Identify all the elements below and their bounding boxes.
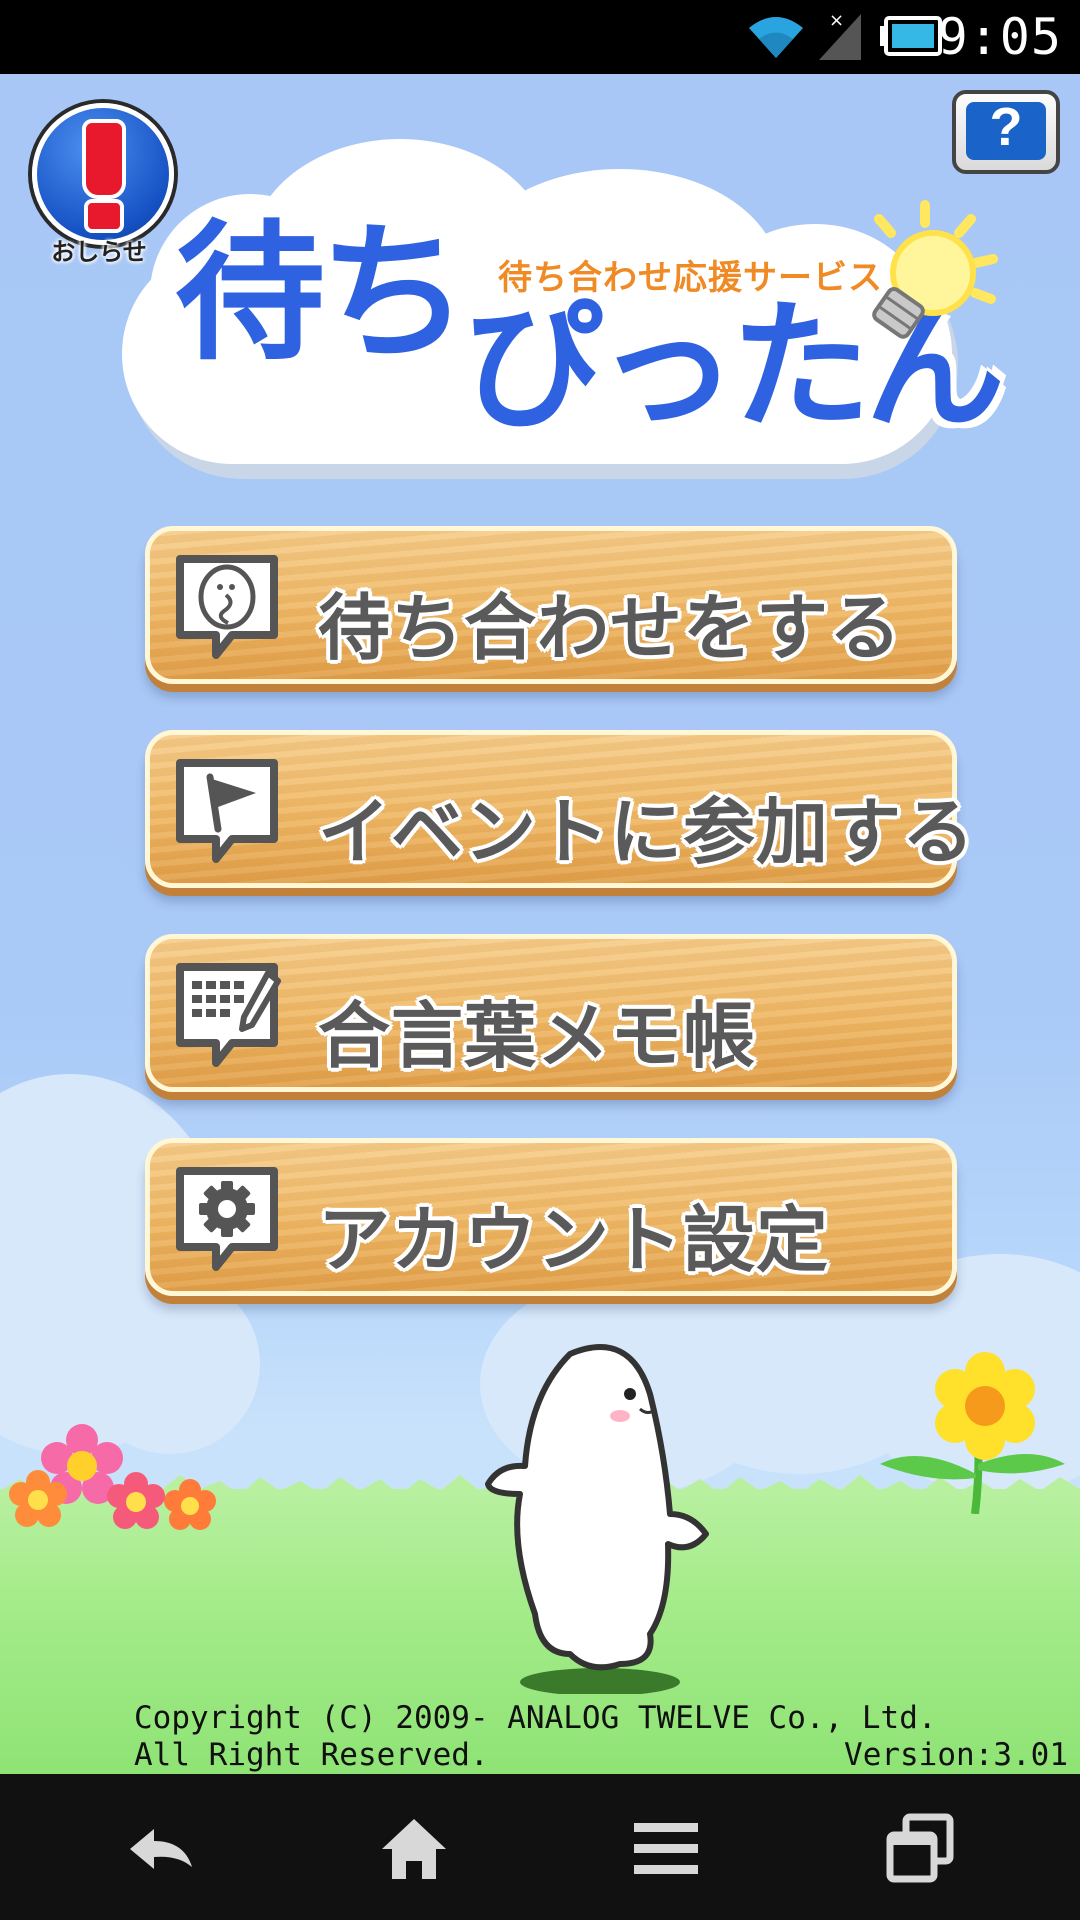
exclamation-dot — [84, 199, 124, 233]
news-button[interactable]: おしらせ — [24, 99, 174, 266]
wifi-icon — [749, 17, 803, 58]
question-mark-icon: ? — [989, 97, 1023, 157]
copyright-text: Copyright (C) 2009- ANALOG TWELVE Co., L… — [134, 1700, 937, 1774]
menu-label: 待ち合わせをする — [318, 586, 903, 670]
join-event-button[interactable]: イベントに参加する — [145, 730, 974, 888]
copyright-line2: All Right Reserved. — [134, 1737, 489, 1773]
lightbulb-icon — [872, 200, 998, 339]
battery-icon — [880, 16, 942, 56]
mascot-character — [485, 1344, 709, 1694]
flag-icon — [176, 759, 278, 863]
status-time: 9:05 — [937, 8, 1062, 66]
no-signal-icon: × — [819, 10, 861, 60]
app-logo-subtitle: 待ち合わせ応援サービス — [498, 258, 883, 298]
version-text: Version:3.01 — [844, 1737, 1068, 1773]
copyright-line1: Copyright (C) 2009- ANALOG TWELVE Co., L… — [134, 1700, 937, 1736]
flower-right — [880, 1352, 1065, 1514]
passphrase-memo-button[interactable]: 合言葉メモ帳 — [145, 934, 957, 1092]
recent-apps-icon[interactable] — [880, 1809, 960, 1889]
logo-title-part1: 待ち — [175, 207, 469, 381]
menu-label: 合言葉メモ帳 — [318, 994, 757, 1078]
menu-icon[interactable] — [626, 1809, 706, 1889]
news-label: おしらせ — [51, 238, 147, 266]
start-meetup-button[interactable]: 待ち合わせをする — [145, 526, 957, 684]
svg-text:×: × — [829, 10, 844, 31]
menu-label: アカウント設定 — [318, 1198, 830, 1282]
flowers-left — [9, 1424, 216, 1530]
keyboard-pencil-icon — [176, 963, 281, 1067]
home-icon[interactable] — [374, 1809, 454, 1889]
app-screen: 待ちぴったん 待ち合わせ応援サービス おしらせ ? 待ち合わせをする イベントに… — [0, 74, 1080, 1774]
gear-icon — [176, 1167, 278, 1271]
help-button[interactable]: ? — [952, 90, 1060, 174]
speech-bubble-face-icon — [176, 555, 278, 659]
menu-label: イベントに参加する — [318, 790, 976, 874]
account-settings-button[interactable]: アカウント設定 — [145, 1138, 957, 1296]
system-navbar — [0, 1774, 1080, 1920]
status-bar: × 9:05 — [0, 0, 1080, 74]
back-icon[interactable] — [120, 1809, 200, 1889]
exclamation-icon — [82, 119, 126, 199]
